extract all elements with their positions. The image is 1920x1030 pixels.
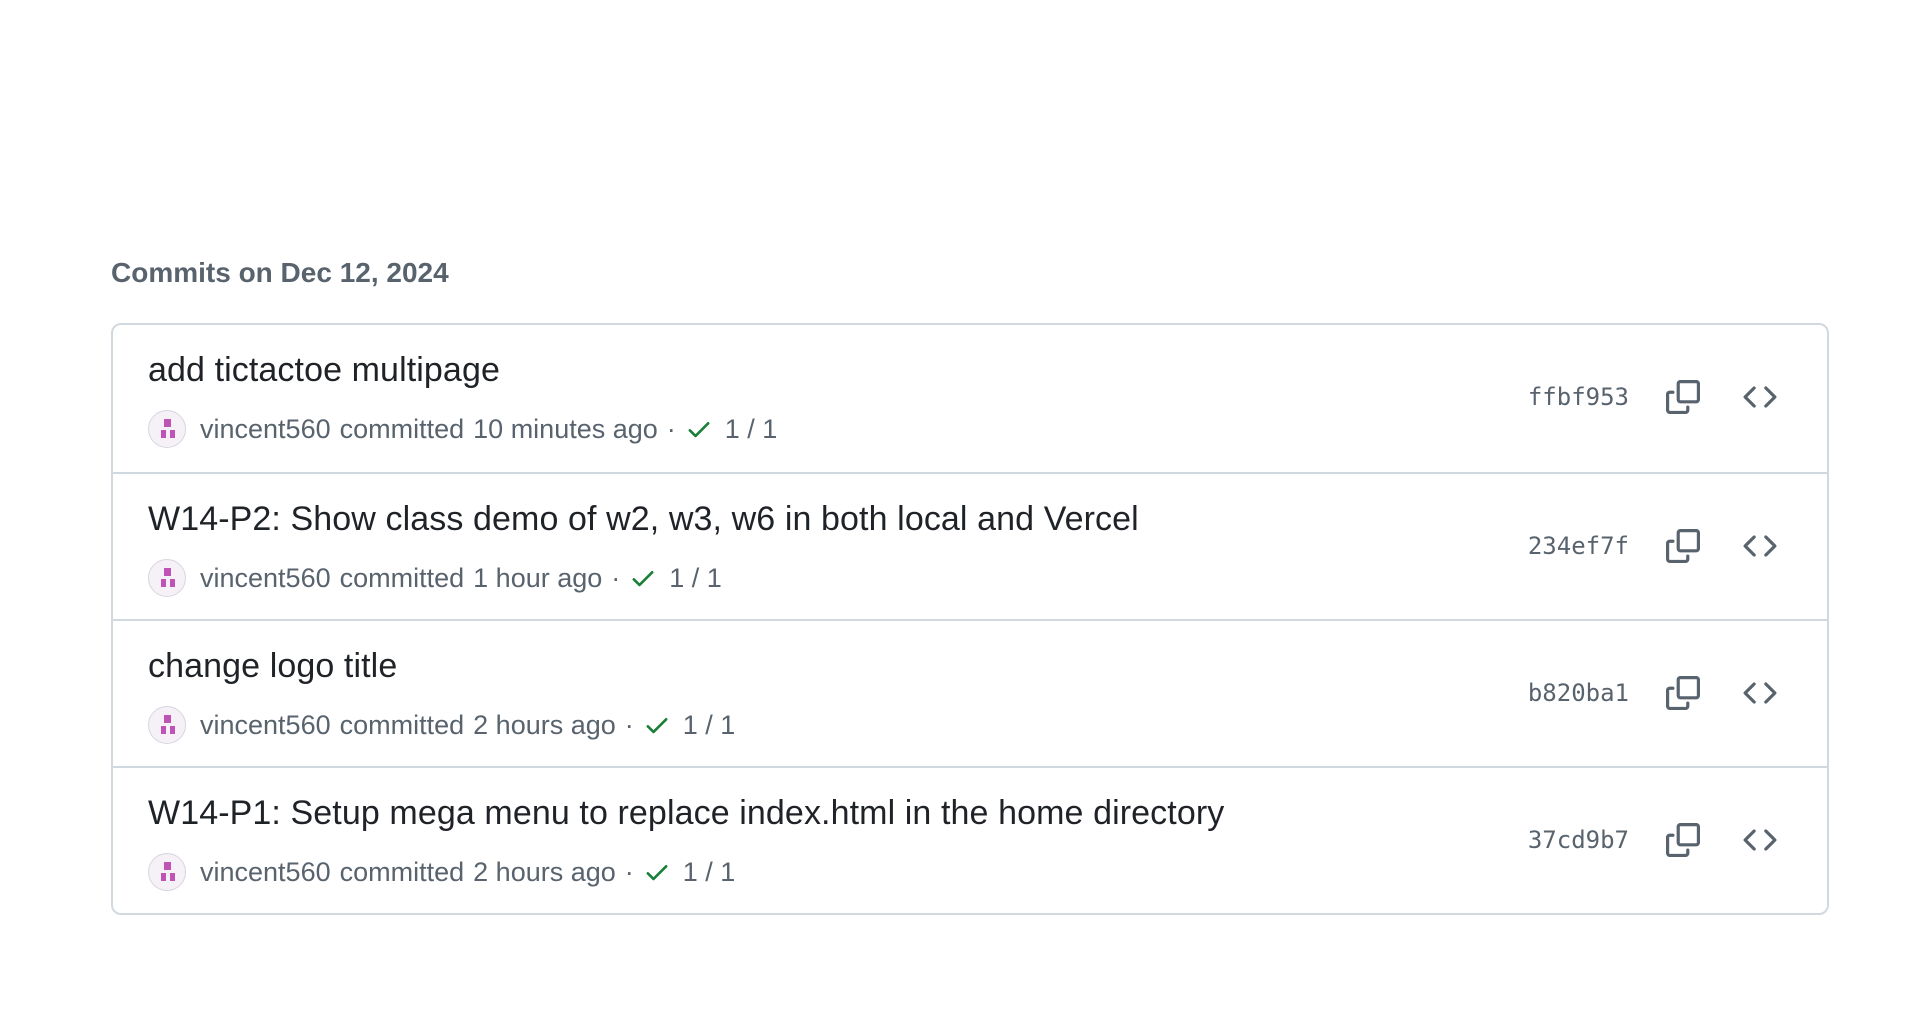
commit-sha[interactable]: ffbf953 <box>1528 380 1629 414</box>
commit-meta: vincent560 committed 2 hours ago · 1 / 1 <box>148 852 735 892</box>
author-link[interactable]: vincent560 <box>200 857 331 888</box>
meta-separator: · <box>666 413 676 444</box>
commit-row: W14-P2: Show class demo of w2, w3, w6 in… <box>113 472 1827 619</box>
copy-icon[interactable] <box>1661 375 1705 419</box>
check-icon[interactable] <box>643 711 671 739</box>
commit-list: add tictactoe multipage vincent560 commi… <box>111 323 1829 915</box>
copy-icon[interactable] <box>1661 671 1705 715</box>
author-avatar[interactable] <box>148 559 186 597</box>
checks-count[interactable]: 1 / 1 <box>683 857 736 888</box>
author-link[interactable]: vincent560 <box>200 414 331 445</box>
commit-meta: vincent560 committed 2 hours ago · 1 / 1 <box>148 705 735 745</box>
commit-group-title: Commits on Dec 12, 2024 <box>111 257 449 288</box>
code-icon[interactable] <box>1738 818 1782 862</box>
author-link[interactable]: vincent560 <box>200 563 331 594</box>
commit-verb: committed <box>339 709 465 740</box>
commits-page: Commits on Dec 12, 2024 add tictactoe mu… <box>0 0 1920 1030</box>
commit-title-link[interactable]: change logo title <box>148 645 397 687</box>
commit-time: 2 hours ago <box>473 856 616 887</box>
check-icon[interactable] <box>629 564 657 592</box>
commit-meta: vincent560 committed 10 minutes ago · 1 … <box>148 409 777 449</box>
commit-time: 10 minutes ago <box>473 413 658 444</box>
checks-count[interactable]: 1 / 1 <box>669 563 722 594</box>
copy-icon[interactable] <box>1661 818 1705 862</box>
code-icon[interactable] <box>1738 375 1782 419</box>
commit-sha[interactable]: 37cd9b7 <box>1528 823 1629 857</box>
check-icon[interactable] <box>685 415 713 443</box>
author-avatar[interactable] <box>148 706 186 744</box>
code-icon[interactable] <box>1738 524 1782 568</box>
author-avatar[interactable] <box>148 853 186 891</box>
commit-time: 2 hours ago <box>473 709 616 740</box>
author-link[interactable]: vincent560 <box>200 710 331 741</box>
meta-separator: · <box>624 856 634 887</box>
code-icon[interactable] <box>1738 671 1782 715</box>
commit-verb: committed <box>339 413 465 444</box>
commit-row: add tictactoe multipage vincent560 commi… <box>113 325 1827 472</box>
check-icon[interactable] <box>643 858 671 886</box>
checks-count[interactable]: 1 / 1 <box>725 414 778 445</box>
commit-sha[interactable]: b820ba1 <box>1528 676 1629 710</box>
commit-row: W14-P1: Setup mega menu to replace index… <box>113 766 1827 913</box>
meta-separator: · <box>611 562 621 593</box>
copy-icon[interactable] <box>1661 524 1705 568</box>
commit-title-link[interactable]: add tictactoe multipage <box>148 349 500 391</box>
commit-verb: committed <box>339 856 465 887</box>
author-avatar[interactable] <box>148 410 186 448</box>
commit-verb: committed <box>339 562 465 593</box>
commit-meta: vincent560 committed 1 hour ago · 1 / 1 <box>148 558 722 598</box>
commit-row: change logo title vincent560 committed 2… <box>113 619 1827 766</box>
commit-title-link[interactable]: W14-P2: Show class demo of w2, w3, w6 in… <box>148 498 1139 540</box>
commit-time: 1 hour ago <box>473 562 603 593</box>
meta-separator: · <box>624 709 634 740</box>
commit-sha[interactable]: 234ef7f <box>1528 529 1629 563</box>
commit-title-link[interactable]: W14-P1: Setup mega menu to replace index… <box>148 792 1224 834</box>
checks-count[interactable]: 1 / 1 <box>683 710 736 741</box>
